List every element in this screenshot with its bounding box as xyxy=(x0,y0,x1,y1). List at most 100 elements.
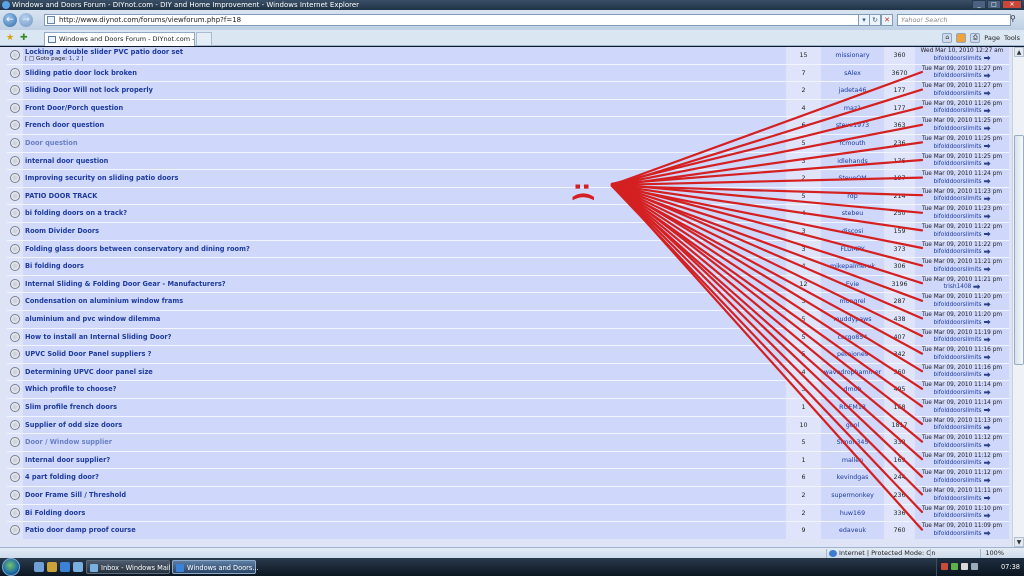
goto-last-post-icon[interactable] xyxy=(983,196,991,202)
topic-link[interactable]: internal door question xyxy=(25,153,786,170)
topic-link[interactable]: Slim profile french doors xyxy=(25,399,786,416)
author-link[interactable]: sAlex xyxy=(821,64,884,82)
task-internet-explorer[interactable]: Windows and Doors... xyxy=(172,560,259,574)
volume-icon[interactable] xyxy=(961,563,968,570)
author-link[interactable]: edaveuk xyxy=(821,522,884,540)
zoom-level[interactable]: 100% xyxy=(980,549,1004,558)
author-link[interactable]: maz1 xyxy=(821,99,884,117)
goto-last-post-icon[interactable] xyxy=(983,73,991,79)
author-link[interactable]: supermonkey xyxy=(821,487,884,504)
new-tab-button[interactable] xyxy=(196,32,212,46)
topic-link[interactable]: Room Divider Doors xyxy=(25,223,786,240)
topic-link[interactable]: aluminium and pvc window dilemma xyxy=(25,311,786,328)
goto-last-post-icon[interactable] xyxy=(983,319,991,325)
author-link[interactable]: missionary xyxy=(821,47,884,64)
author-link[interactable]: Evie xyxy=(821,275,884,293)
last-post-user[interactable]: bifolddoorslimits xyxy=(933,320,981,326)
topic-link[interactable]: Locking a double slider PVC patio door s… xyxy=(25,47,786,57)
topic-link[interactable]: Sliding Door Will not lock properly xyxy=(25,82,786,99)
topic-link[interactable]: Condensation on aluminium window frams xyxy=(25,293,786,310)
topic-link[interactable]: PATIO DOOR TRACK xyxy=(25,188,786,205)
author-link[interactable]: gool xyxy=(821,416,884,434)
author-link[interactable]: ROEM13 xyxy=(821,399,884,416)
author-link[interactable]: muddypaws xyxy=(821,311,884,328)
ie-quicklaunch-icon[interactable] xyxy=(60,562,70,572)
minimize-button[interactable]: _ xyxy=(972,0,986,9)
scroll-down-icon[interactable]: ▼ xyxy=(1014,537,1024,547)
goto-last-post-icon[interactable] xyxy=(983,460,991,466)
goto-last-post-icon[interactable] xyxy=(983,354,991,360)
home-icon[interactable]: ⌂ xyxy=(942,33,953,43)
switch-windows-icon[interactable] xyxy=(47,562,57,572)
topic-link[interactable]: UPVC Solid Door Panel suppliers ? xyxy=(25,346,786,363)
last-post-user[interactable]: bifolddoorslimits xyxy=(933,161,981,167)
search-icon[interactable]: ⚲ xyxy=(1010,14,1022,26)
last-post-user[interactable]: bifolddoorslimits xyxy=(933,355,981,361)
last-post-user[interactable]: bifolddoorslimits xyxy=(933,513,981,519)
goto-last-post-icon[interactable] xyxy=(983,407,991,413)
author-link[interactable]: stebeu xyxy=(821,205,884,223)
last-post-user[interactable]: bifolddoorslimits xyxy=(933,408,981,414)
topic-link[interactable]: Improving security on sliding patio door… xyxy=(25,170,786,187)
goto-last-post-icon[interactable] xyxy=(983,337,991,343)
last-post-user[interactable]: bifolddoorslimits xyxy=(933,531,981,537)
topic-link[interactable]: Bi folding doors xyxy=(25,258,786,275)
topic-link[interactable]: Bi Folding doors xyxy=(25,505,786,522)
network-icon[interactable] xyxy=(951,563,958,570)
security-zone[interactable]: Internet | Protected Mode: On xyxy=(826,549,936,558)
goto-last-post-icon[interactable] xyxy=(983,90,991,96)
scroll-up-icon[interactable]: ▲ xyxy=(1014,47,1024,57)
goto-last-post-icon[interactable] xyxy=(983,495,991,501)
last-post-user[interactable]: bifolddoorslimits xyxy=(933,302,981,308)
last-post-user[interactable]: bifolddoorslimits xyxy=(933,478,981,484)
topic-link[interactable]: Sliding patio door lock broken xyxy=(25,65,786,82)
last-post-user[interactable]: bifolddoorslimits xyxy=(933,496,981,502)
goto-last-post-icon[interactable] xyxy=(983,530,991,536)
author-link[interactable]: rdp xyxy=(821,187,884,205)
clock[interactable]: 07:38 xyxy=(1001,558,1020,576)
goto-last-post-icon[interactable] xyxy=(983,372,991,378)
topic-link[interactable]: Internal Sliding & Folding Door Gear - M… xyxy=(25,276,786,293)
goto-last-post-icon[interactable] xyxy=(983,161,991,167)
topic-link[interactable]: bi folding doors on a track? xyxy=(25,205,786,222)
topic-link[interactable]: Folding glass doors between conservatory… xyxy=(25,241,786,258)
author-link[interactable]: idlehands xyxy=(821,152,884,170)
topic-link[interactable]: Patio door damp proof course xyxy=(25,522,786,539)
last-post-user[interactable]: bifolddoorslimits xyxy=(933,56,981,62)
goto-last-post-icon[interactable] xyxy=(973,284,981,290)
author-link[interactable]: FLUMPY xyxy=(821,240,884,258)
author-link[interactable]: wavedrophammer xyxy=(821,363,884,381)
search-input[interactable]: Yahoo! Search ⚲ xyxy=(897,14,1016,26)
tray-icon[interactable] xyxy=(941,563,948,570)
show-desktop-icon[interactable] xyxy=(34,562,44,572)
forward-icon[interactable]: → xyxy=(19,13,33,27)
goto-last-post-icon[interactable] xyxy=(983,513,991,519)
last-post-user[interactable]: bifolddoorslimits xyxy=(933,126,981,132)
start-button[interactable] xyxy=(2,558,20,576)
goto-last-post-icon[interactable] xyxy=(983,55,991,61)
vertical-scrollbar[interactable]: ▲ ▼ xyxy=(1012,47,1024,547)
mail-quicklaunch-icon[interactable] xyxy=(73,562,83,572)
goto-last-post-icon[interactable] xyxy=(983,442,991,448)
topic-link[interactable]: 4 part folding door? xyxy=(25,469,786,486)
last-post-user[interactable]: bifolddoorslimits xyxy=(933,267,981,273)
topic-link[interactable]: Front Door/Porch question xyxy=(25,100,786,117)
author-link[interactable]: petejones xyxy=(821,346,884,364)
topic-link[interactable]: Door / Window supplier xyxy=(25,434,786,451)
goto-last-post-icon[interactable] xyxy=(983,231,991,237)
goto-last-post-icon[interactable] xyxy=(983,266,991,272)
topic-link[interactable]: Determining UPVC door panel size xyxy=(25,364,786,381)
author-link[interactable]: jadeta46 xyxy=(821,82,884,100)
author-link[interactable]: huw169 xyxy=(821,504,884,522)
goto-last-post-icon[interactable] xyxy=(983,389,991,395)
close-button[interactable]: ✕ xyxy=(1002,0,1022,9)
goto-last-post-icon[interactable] xyxy=(983,108,991,114)
page-menu[interactable]: Page xyxy=(984,34,1000,42)
last-post-user[interactable]: bifolddoorslimits xyxy=(933,443,981,449)
last-post-user[interactable]: bifolddoorslimits xyxy=(933,337,981,343)
author-link[interactable]: mongrel xyxy=(821,293,884,311)
battery-icon[interactable] xyxy=(971,563,978,570)
topic-link[interactable]: Which profile to choose? xyxy=(25,381,786,398)
author-link[interactable]: SteveOM xyxy=(821,170,884,188)
last-post-user[interactable]: bifolddoorslimits xyxy=(933,144,981,150)
